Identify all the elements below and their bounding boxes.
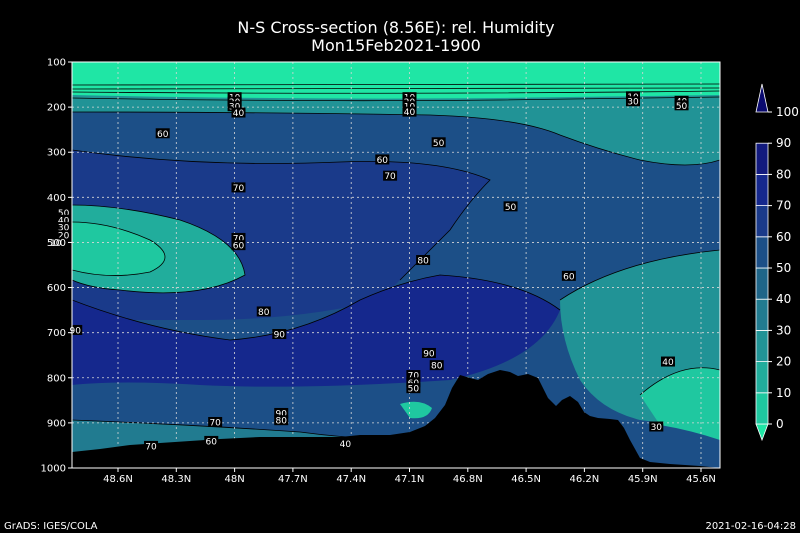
- contour-label: 60: [563, 272, 575, 282]
- x-tick-label: 46.5N: [511, 474, 541, 485]
- humidity-cross-section-chart: N-S Cross-section (8.56E): rel. Humidity…: [4, 18, 799, 532]
- colorbar-swatch: [755, 392, 769, 425]
- x-tick-label: 47.7N: [278, 474, 308, 485]
- contour-label: 40: [404, 108, 416, 118]
- y-tick-label: 300: [47, 148, 66, 159]
- y-tick-label: 500: [47, 238, 66, 249]
- colorbar-tick-label: 10: [776, 386, 791, 400]
- colorbar-tick-label: 30: [776, 323, 791, 337]
- x-tick-label: 45.9N: [628, 474, 658, 485]
- colorbar-tick-label: 80: [776, 167, 791, 181]
- contour-label: 80: [431, 362, 443, 372]
- contour-label: 70: [209, 418, 221, 428]
- contour-label: 30: [627, 98, 639, 108]
- colorbar: 0 10 20 30 40 50 60 70 80 90 100: [755, 83, 799, 442]
- colorbar-swatch: [755, 142, 769, 175]
- plot-area: [72, 62, 720, 468]
- colorbar-tick-label: 50: [776, 261, 791, 275]
- contour-label: 70: [145, 442, 157, 452]
- x-tick-label: 46.2N: [570, 474, 600, 485]
- y-tick-label: 800: [47, 373, 66, 384]
- colorbar-tick-label: 40: [776, 292, 791, 306]
- contour-label: 40: [662, 358, 674, 368]
- contour-label: 50: [676, 102, 688, 112]
- y-tick-label: 1000: [41, 464, 66, 475]
- footer-credit: GrADS: IGES/COLA: [4, 521, 98, 532]
- contour-label: 80: [276, 417, 288, 427]
- colorbar-tick-label: 70: [776, 199, 791, 213]
- colorbar-bottom-arrow: [755, 423, 769, 442]
- contour-label: 50: [433, 139, 445, 149]
- colorbar-tick-label: 100: [776, 105, 799, 119]
- contour-label: 40: [340, 440, 352, 450]
- contour-label: 30: [651, 423, 663, 433]
- contour-label: 60: [377, 156, 389, 166]
- y-axis: 100 200 300 400 500 600 700 800 900 1000: [41, 58, 72, 475]
- contour-label: 50: [408, 385, 420, 395]
- contour-label: 70: [384, 172, 396, 182]
- y-tick-label: 400: [47, 193, 66, 204]
- contour-label: 90: [274, 331, 286, 341]
- colorbar-tick-label: 90: [776, 136, 791, 150]
- x-tick-label: 45.6N: [686, 474, 716, 485]
- contour-label: 80: [258, 308, 270, 318]
- colorbar-swatch: [755, 173, 769, 206]
- contour-label: 90: [70, 326, 82, 336]
- colorbar-tick-label: 20: [776, 355, 791, 369]
- colorbar-tick-label: 0: [776, 417, 784, 431]
- colorbar-swatch: [755, 329, 769, 362]
- colorbar-top-arrow: [755, 83, 769, 113]
- y-tick-label: 100: [47, 58, 66, 69]
- x-tick-label: 47.1N: [395, 474, 425, 485]
- chart-title: N-S Cross-section (8.56E): rel. Humidity: [237, 18, 554, 37]
- y-tick-label: 200: [47, 103, 66, 114]
- contour-label: 60: [233, 242, 245, 252]
- footer-timestamp: 2021-02-16-04:28: [705, 521, 796, 532]
- contour-label: 60: [206, 437, 218, 447]
- colorbar-swatch: [755, 236, 769, 269]
- colorbar-swatch: [755, 205, 769, 238]
- x-tick-label: 48.6N: [103, 474, 133, 485]
- x-tick-label: 48.3N: [161, 474, 191, 485]
- contour-label: 70: [233, 184, 245, 194]
- contour-label: 90: [423, 349, 435, 359]
- contour-label: 50: [505, 203, 517, 213]
- y-tick-label: 900: [47, 418, 66, 429]
- x-tick-label: 48N: [224, 474, 244, 485]
- x-tick-label: 47.4N: [336, 474, 366, 485]
- chart-subtitle: Mon15Feb2021-1900: [311, 36, 481, 55]
- colorbar-swatch: [755, 267, 769, 300]
- colorbar-swatch: [755, 298, 769, 331]
- y-tick-label: 600: [47, 283, 66, 294]
- contour-label: 60: [157, 130, 169, 140]
- y-tick-label: 700: [47, 328, 66, 339]
- contour-label: 40: [233, 109, 245, 119]
- contour-label: 80: [417, 257, 429, 267]
- colorbar-tick-label: 60: [776, 230, 791, 244]
- x-tick-label: 46.8N: [453, 474, 483, 485]
- colorbar-swatch: [755, 361, 769, 394]
- x-axis: 48.6N 48.3N 48N 47.7N 47.4N 47.1N 46.8N 46.5N 46…: [103, 468, 716, 485]
